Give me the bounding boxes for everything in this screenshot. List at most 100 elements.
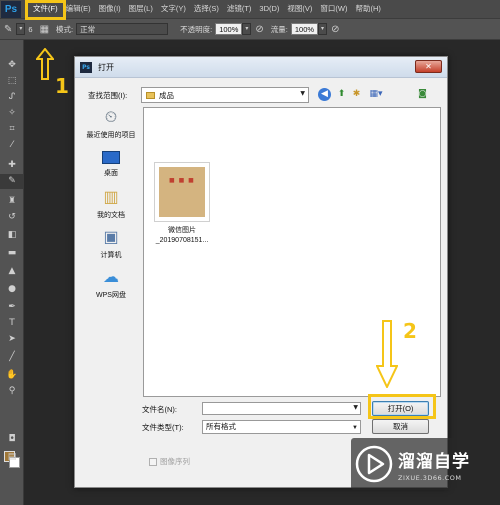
menu-select[interactable]: 选择(S) xyxy=(190,0,223,18)
close-button[interactable]: ✕ xyxy=(415,60,442,73)
file-item[interactable]: ■ ■ ■ 微信图片 _20190708151... xyxy=(144,108,220,248)
blur-icon[interactable]: ▲ xyxy=(0,264,24,279)
back-icon[interactable]: ◀ xyxy=(318,88,331,101)
menu-filter[interactable]: 滤镜(T) xyxy=(223,0,256,18)
look-in-value: 成品 xyxy=(159,90,174,100)
mode-label: 模式: xyxy=(56,24,74,34)
file-type-select[interactable]: 所有格式 ▼ xyxy=(202,420,361,434)
watermark-logo xyxy=(355,445,393,483)
brush-preset-icon[interactable]: ✎ xyxy=(4,24,12,35)
image-sequence-checkbox[interactable]: 图像序列 xyxy=(149,456,190,467)
brush-size-value[interactable]: 6 xyxy=(28,25,32,34)
menu-window[interactable]: 窗口(W) xyxy=(316,0,351,18)
marquee-icon[interactable]: ⬚ xyxy=(0,74,24,89)
healing-icon[interactable]: ✚ xyxy=(0,158,24,173)
look-in-select[interactable]: 成品 ▼ xyxy=(141,87,309,103)
line-icon[interactable]: ╱ xyxy=(0,350,24,365)
quick-select-icon[interactable]: ✧ xyxy=(0,106,24,121)
checkbox-box[interactable] xyxy=(149,457,157,466)
opacity-label: 不透明度: xyxy=(180,24,213,34)
arrow-down-annotation xyxy=(376,320,398,388)
computer-icon: ▣ xyxy=(103,229,119,246)
file-name-label: 微信图片 _20190708151... xyxy=(148,226,216,246)
place-computer[interactable]: ▣ 计算机 xyxy=(81,229,141,260)
folder-icon xyxy=(146,91,155,99)
eraser-icon[interactable]: ◧ xyxy=(0,228,24,243)
place-recent-label: 最近使用的项目 xyxy=(86,132,136,139)
menu-items: 文件(F) 编辑(E) 图像(I) 图层(L) 文字(Y) 选择(S) 滤镜(T… xyxy=(29,0,385,18)
dialog-title: 打开 xyxy=(98,62,114,72)
menu-view[interactable]: 视图(V) xyxy=(283,0,316,18)
documents-icon: ▥ xyxy=(103,189,119,206)
path-select-icon[interactable]: ➤ xyxy=(0,332,24,347)
menu-3d[interactable]: 3D(D) xyxy=(255,0,283,18)
eyedropper-icon[interactable]: ⁄ xyxy=(0,138,24,153)
new-folder-icon[interactable]: ✱ xyxy=(350,88,363,101)
file-type-label: 文件类型(T): xyxy=(142,423,184,432)
arrow-up-annotation xyxy=(36,48,54,80)
watermark-title: 溜溜自学 xyxy=(398,451,470,472)
place-documents[interactable]: ▥ 我的文档 xyxy=(81,189,141,220)
file-thumbnail: ■ ■ ■ xyxy=(154,162,210,222)
menu-image[interactable]: 图像(I) xyxy=(95,0,125,18)
airbrush-icon[interactable]: ⊘ xyxy=(331,24,339,35)
menu-type[interactable]: 文字(Y) xyxy=(157,0,190,18)
recent-icon: ⏲ xyxy=(104,109,118,126)
dodge-icon[interactable]: ● xyxy=(0,282,24,297)
preview-icon[interactable]: ◙ xyxy=(416,88,429,101)
file-name-line2: _20190708151... xyxy=(155,237,209,244)
lasso-icon[interactable]: ᔑ xyxy=(0,90,24,105)
history-brush-icon[interactable]: ↺ xyxy=(0,210,24,225)
brush-icon[interactable]: ✎ xyxy=(0,174,24,189)
move-icon[interactable]: ✥ xyxy=(0,58,24,73)
flow-label: 流量: xyxy=(270,24,288,34)
chevron-down-icon[interactable]: ▼ xyxy=(353,404,358,411)
crop-icon[interactable]: ⌗ xyxy=(0,122,24,137)
brush-preset-dropdown[interactable]: ▾ xyxy=(16,23,26,35)
image-sequence-label: 图像序列 xyxy=(160,457,190,466)
pressure-opacity-icon[interactable]: ⊘ xyxy=(255,24,263,35)
file-name-input[interactable]: ▼ xyxy=(202,402,361,415)
file-name-line1: 微信图片 xyxy=(168,227,196,234)
step-2-label: 2 xyxy=(403,319,417,343)
opacity-dropdown[interactable]: ▾ xyxy=(242,23,252,35)
view-menu-icon[interactable]: ▦▾ xyxy=(366,88,386,101)
gradient-icon[interactable]: ▬ xyxy=(0,246,24,261)
highlight-file-menu xyxy=(25,0,66,20)
file-type-value: 所有格式 xyxy=(206,422,236,431)
pen-icon[interactable]: ✒ xyxy=(0,300,24,315)
menu-bar: Ps 文件(F) 编辑(E) 图像(I) 图层(L) 文字(Y) 选择(S) 滤… xyxy=(0,0,500,18)
step-1-label: 1 xyxy=(55,74,69,98)
hand-icon[interactable]: ✋ xyxy=(0,368,24,383)
dialog-title-bar[interactable]: Ps 打开 ✕ xyxy=(75,57,447,78)
place-documents-label: 我的文档 xyxy=(97,212,125,219)
up-folder-icon[interactable]: ⬆ xyxy=(335,88,348,101)
menu-help[interactable]: 帮助(H) xyxy=(352,0,385,18)
menu-layer[interactable]: 图层(L) xyxy=(125,0,157,18)
zoom-icon[interactable]: ⚲ xyxy=(0,384,24,399)
cancel-button[interactable]: 取消 xyxy=(372,419,429,434)
desktop-icon xyxy=(102,151,120,164)
place-wps[interactable]: ☁ WPS网盘 xyxy=(81,269,141,300)
type-icon[interactable]: T xyxy=(0,316,24,331)
opacity-input[interactable]: 100% xyxy=(215,23,243,35)
flow-input[interactable]: 100% xyxy=(290,23,319,35)
place-recent[interactable]: ⏲ 最近使用的项目 xyxy=(81,109,141,140)
menu-edit[interactable]: 编辑(E) xyxy=(62,0,95,18)
thumbnail-image: ■ ■ ■ xyxy=(159,167,205,217)
tools-panel: ✥ ⬚ ᔑ ✧ ⌗ ⁄ ✚ ✎ ♜ ↺ ◧ ▬ ▲ ● ✒ T ➤ ╱ ✋ ⚲ … xyxy=(0,40,24,505)
watermark-subtitle: ZIXUE.3D66.COM xyxy=(398,473,462,482)
place-desktop[interactable]: 桌面 xyxy=(81,151,141,178)
place-computer-label: 计算机 xyxy=(100,252,122,259)
options-bar: ✎ ▾ 6 ▦ 模式: 正常 不透明度: 100% ▾ ⊘ 流量: 100% ▾… xyxy=(0,18,500,40)
watermark-text: 溜溜自学 ZIXUE.3D66.COM xyxy=(398,447,470,482)
brush-panel-icon[interactable]: ▦ xyxy=(40,24,49,35)
quick-mask-icon[interactable]: ◘ xyxy=(0,432,24,447)
chevron-down-icon: ▼ xyxy=(300,90,305,97)
chevron-down-icon: ▼ xyxy=(352,425,358,431)
photoshop-icon: Ps xyxy=(80,61,92,73)
stamp-icon[interactable]: ♜ xyxy=(0,194,24,209)
flow-dropdown[interactable]: ▾ xyxy=(318,23,328,35)
screen-mode-icon[interactable]: ▤ xyxy=(0,450,24,465)
mode-select[interactable]: 正常 xyxy=(76,23,169,35)
